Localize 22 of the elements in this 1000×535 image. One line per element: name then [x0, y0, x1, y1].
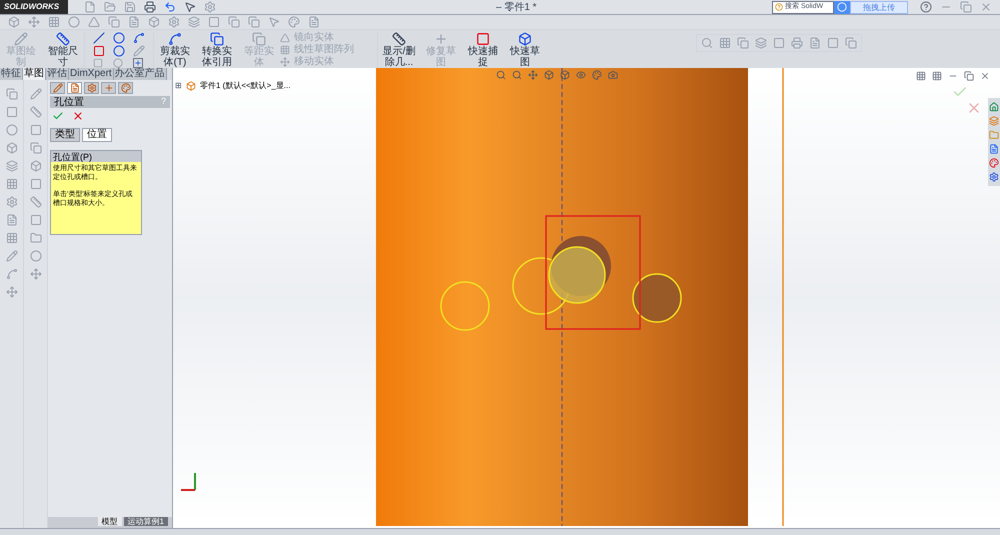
ribbon-button[interactable]: 快速捕捉	[462, 32, 504, 68]
command-tab[interactable]: 办公室产品	[114, 68, 167, 80]
command-tab[interactable]: 评估	[46, 68, 69, 80]
command-tab[interactable]: 草图	[23, 68, 46, 80]
bottom-tab[interactable]: 运动算例1	[124, 517, 168, 526]
upload-button[interactable]: 拖拽上传	[850, 0, 908, 14]
ribbon-button[interactable]: 转换实体引用	[196, 32, 238, 68]
ribbon-button[interactable]: 快速草图	[504, 32, 546, 68]
window-title: – 零件1 *	[496, 0, 537, 14]
command-tab[interactable]: DimXpert	[69, 68, 114, 80]
bottom-tab[interactable]: 模型	[98, 517, 122, 526]
tree-expander[interactable]: ⊞	[175, 80, 182, 92]
ribbon-button[interactable]: 剪裁实体(T)	[154, 32, 196, 68]
panel-tab[interactable]: 位置	[82, 128, 112, 142]
logo-text: SOLIDWORKS	[4, 1, 60, 13]
ribbon-button[interactable]: 智能尺寸	[42, 32, 84, 68]
group-title: 孔位置(P)	[53, 152, 92, 162]
command-tab[interactable]: 特征	[0, 68, 23, 80]
tree-item[interactable]: 零件1 (默认<<默认>_显...	[200, 80, 290, 92]
panel-title: 孔位置	[54, 96, 84, 108]
ribbon-button[interactable]: 显示/删除几...	[378, 32, 420, 68]
panel-tab[interactable]: 类型	[50, 128, 80, 142]
